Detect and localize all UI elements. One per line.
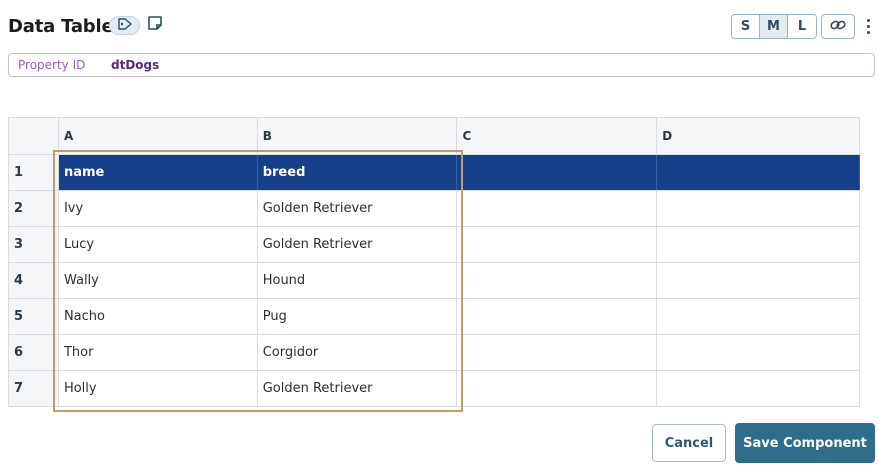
row-number[interactable]: 3 (9, 227, 59, 262)
table-cell[interactable]: Nacho (59, 299, 258, 334)
table-cell[interactable] (457, 155, 658, 190)
more-options-button[interactable] (862, 15, 874, 37)
row-number[interactable]: 7 (9, 371, 59, 406)
link-icon (830, 18, 846, 36)
column-header-row: A B C D (9, 118, 860, 155)
table-cell[interactable] (457, 227, 658, 262)
cancel-button[interactable]: Cancel (652, 424, 726, 462)
table-row: 4 Wally Hound (9, 263, 860, 299)
table-cell[interactable]: Pug (258, 299, 458, 334)
note-icon (147, 15, 163, 36)
save-component-button[interactable]: Save Component (735, 423, 875, 463)
table-cell[interactable] (657, 335, 860, 370)
table-cell[interactable] (657, 371, 860, 406)
table-cell[interactable]: Ivy (59, 191, 258, 226)
table-row: 7 Holly Golden Retriever (9, 371, 860, 407)
property-id-label: Property ID (18, 58, 86, 72)
table-cell[interactable]: name (58, 155, 258, 190)
table-cell[interactable] (657, 263, 860, 298)
table-row: 3 Lucy Golden Retriever (9, 227, 860, 263)
table-cell[interactable] (457, 191, 658, 226)
data-grid: A B C D 1 name breed 2 Ivy Golden Retrie… (8, 117, 860, 407)
more-vertical-icon (866, 18, 870, 22)
column-header[interactable]: B (258, 118, 458, 154)
corner-cell[interactable] (9, 118, 59, 154)
table-row: 5 Nacho Pug (9, 299, 860, 335)
size-medium-button[interactable]: M (760, 15, 788, 38)
row-number[interactable]: 5 (9, 299, 59, 334)
table-cell[interactable]: Golden Retriever (258, 191, 458, 226)
table-cell[interactable]: Hound (258, 263, 458, 298)
size-large-button[interactable]: L (788, 15, 816, 38)
table-row: 1 name breed (9, 155, 860, 191)
row-number[interactable]: 1 (9, 155, 59, 190)
table-cell[interactable] (657, 191, 860, 226)
table-cell[interactable]: Thor (59, 335, 258, 370)
table-cell[interactable] (657, 299, 860, 334)
table-cell[interactable] (457, 263, 658, 298)
table-cell[interactable]: Golden Retriever (258, 227, 458, 262)
table-cell[interactable] (457, 299, 658, 334)
property-id-field[interactable]: Property ID dtDogs (8, 53, 875, 77)
table-cell[interactable]: Holly (59, 371, 258, 406)
table-cell[interactable]: Wally (59, 263, 258, 298)
table-cell[interactable]: breed (257, 155, 458, 190)
table-row: 2 Ivy Golden Retriever (9, 191, 860, 227)
page-title: Data Table (8, 16, 114, 37)
row-number[interactable]: 2 (9, 191, 59, 226)
column-header[interactable]: D (657, 118, 860, 154)
column-header[interactable]: A (59, 118, 258, 154)
row-number[interactable]: 6 (9, 335, 59, 370)
tag-icon (117, 17, 132, 35)
row-number[interactable]: 4 (9, 263, 59, 298)
size-toggle-group: S M L (731, 14, 817, 39)
table-cell[interactable]: Corgidor (258, 335, 458, 370)
link-button[interactable] (821, 14, 855, 39)
table-row: 6 Thor Corgidor (9, 335, 860, 371)
property-id-value: dtDogs (111, 58, 160, 72)
table-cell[interactable] (457, 335, 658, 370)
tag-button[interactable] (109, 16, 140, 35)
table-cell[interactable]: Lucy (59, 227, 258, 262)
size-small-button[interactable]: S (732, 15, 760, 38)
note-button[interactable] (146, 15, 164, 36)
table-cell[interactable]: Golden Retriever (258, 371, 458, 406)
column-header[interactable]: C (457, 118, 658, 154)
table-cell[interactable] (657, 155, 860, 190)
table-cell[interactable] (657, 227, 860, 262)
table-cell[interactable] (457, 371, 658, 406)
